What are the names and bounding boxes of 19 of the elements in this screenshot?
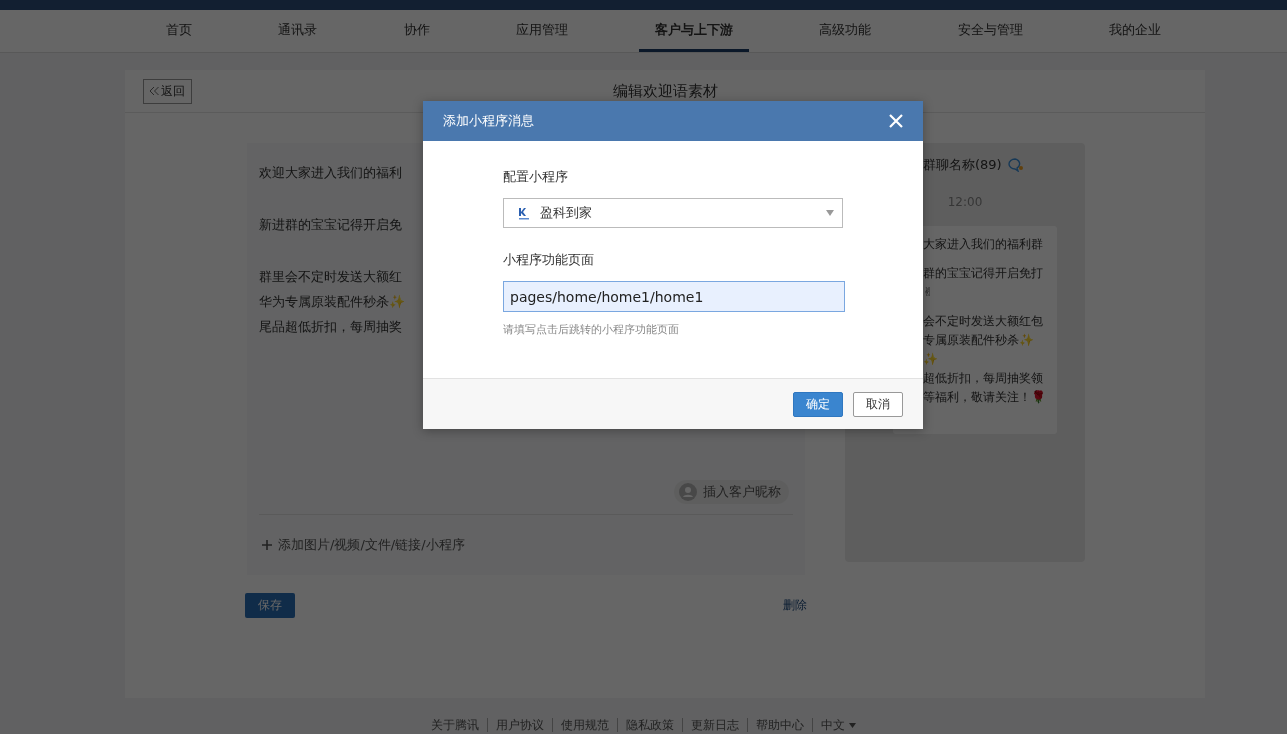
page-title: 编辑欢迎语素材 <box>612 81 718 100</box>
message-line: 群的宝宝记得开启免打 <box>923 265 1043 282</box>
message-line: 会不定时发送大额红包 <box>923 313 1043 330</box>
message-line: 华为专属原装配件秒杀✨ <box>259 293 405 311</box>
group-name: 群聊名称(89) <box>923 156 1002 174</box>
message-line: 专属原装配件秒杀✨ <box>923 332 1034 349</box>
dialog-title: 添加小程序消息 <box>443 112 534 130</box>
field-label: 配置小程序 <box>503 168 568 186</box>
message-line: 大家进入我们的福利群 <box>923 236 1043 253</box>
message-line: 欢迎大家进入我们的福利 <box>259 164 402 182</box>
field-label: 小程序功能页面 <box>503 251 594 269</box>
field-hint: 请填写点击后跳转的小程序功能页面 <box>503 322 679 337</box>
message-line: 群里会不定时发送大额红 <box>259 268 402 286</box>
message-line: 新进群的宝宝记得开启免 <box>259 216 402 234</box>
message-line: 超低折扣，每周抽奖领 <box>923 370 1043 387</box>
message-line: ✨ <box>923 351 938 368</box>
message-line: 等福利，敬请关注！🌹 <box>923 389 1046 406</box>
message-line: ✌ <box>923 284 934 301</box>
message-line: 尾品超低折扣，每周抽奖 <box>259 318 402 336</box>
